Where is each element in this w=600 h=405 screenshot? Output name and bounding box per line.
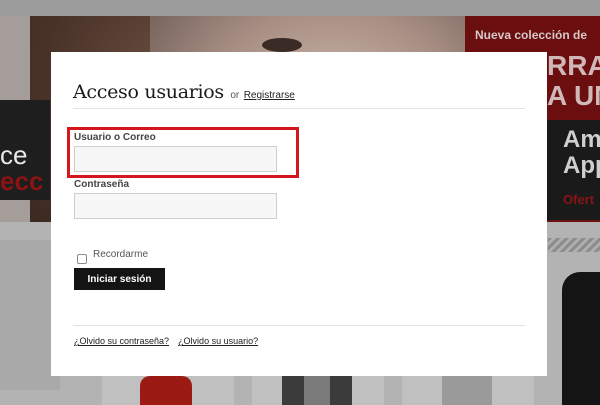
remember-label: Recordarme — [93, 248, 149, 260]
hero-eye-graphic — [262, 38, 302, 52]
product-image — [140, 376, 192, 405]
footer-divider — [73, 325, 525, 326]
remember-checkbox[interactable] — [77, 254, 87, 264]
promo-am-text-2: App — [563, 152, 600, 179]
remember-me[interactable]: Recordarme — [77, 244, 148, 264]
password-label: Contraseña — [74, 179, 130, 190]
promo-big-text-2: A UN — [547, 80, 600, 111]
product-thumbnail — [402, 376, 534, 405]
forgot-links: ¿Olvido su contraseña? ¿Olvido su usuario… — [74, 336, 258, 346]
or-text: or — [230, 90, 240, 101]
product-thumbnail — [102, 376, 234, 405]
promo-offer-text: Ofert — [563, 192, 595, 207]
password-input[interactable] — [74, 193, 277, 219]
promo-headline: Nueva colección de — [475, 28, 588, 42]
forgot-username-link[interactable]: ¿Olvido su usuario? — [178, 336, 258, 346]
product-image — [282, 376, 352, 405]
promo-am-text-1: Am — [563, 126, 600, 153]
modal-header: Acceso usuarios or Registrarse — [73, 81, 525, 109]
login-modal: Acceso usuarios or Registrarse Usuario o… — [51, 52, 547, 376]
background-top-bar — [0, 0, 600, 16]
username-input[interactable] — [74, 146, 277, 172]
left-banner-red-text: ecc — [0, 166, 44, 196]
product-jacket-image — [562, 272, 600, 405]
promo-big-text-1: RRA — [547, 50, 600, 81]
product-image — [442, 376, 492, 405]
modal-title: Acceso usuarios — [73, 81, 224, 103]
login-button[interactable]: Iniciar sesión — [74, 268, 165, 290]
decorative-stripe — [548, 238, 600, 252]
product-thumbnail — [252, 376, 384, 405]
username-label: Usuario o Correo — [74, 132, 156, 143]
register-link[interactable]: Registrarse — [244, 90, 295, 101]
forgot-password-link[interactable]: ¿Olvido su contraseña? — [74, 336, 169, 346]
